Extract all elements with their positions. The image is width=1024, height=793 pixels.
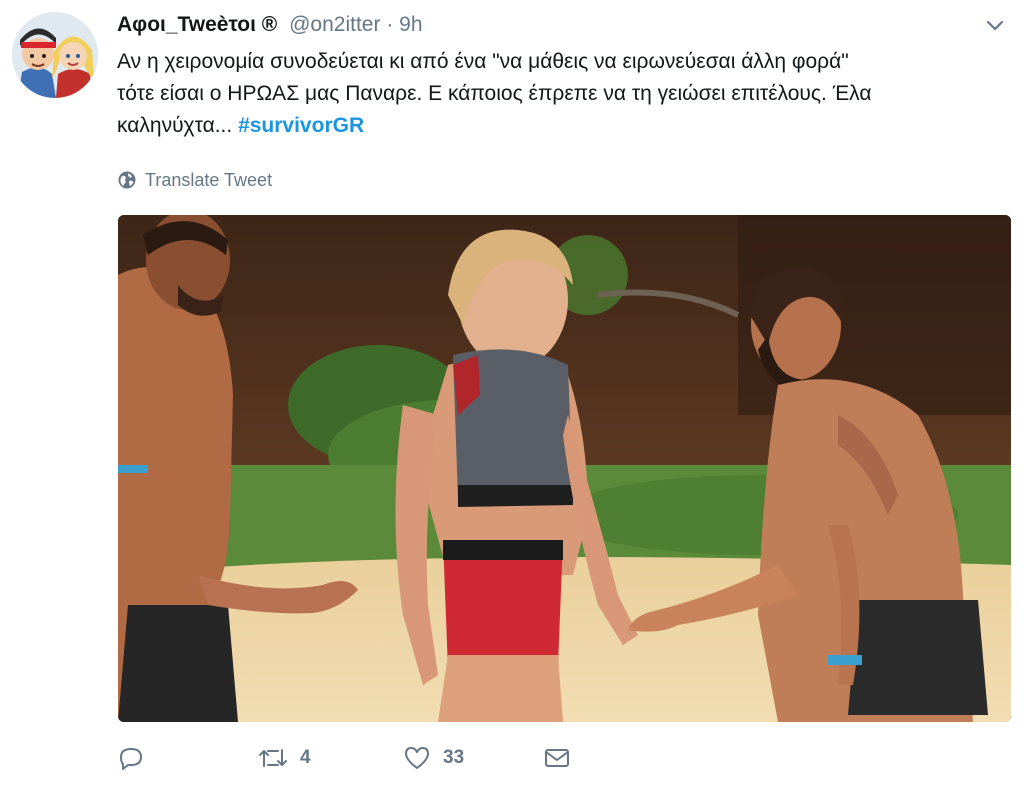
display-name[interactable]: Αφοι_Tweèτοι ® xyxy=(117,13,277,36)
hashtag-link[interactable]: #survivorGR xyxy=(238,114,364,137)
separator-dot: · xyxy=(386,13,394,36)
tweet-text-line: καληνύχτα... #survivorGR xyxy=(117,110,1017,142)
tweet-text-ending: καληνύχτα... xyxy=(117,114,239,137)
translate-tweet-link[interactable]: Translate Tweet xyxy=(117,168,272,192)
reply-button[interactable] xyxy=(118,746,258,770)
tweet-text-line: Αν η χειρονομία συνοδεύεται κι από ένα "… xyxy=(117,50,849,73)
tweet-header: Αφοι_Tweèτοι ® @on2itter · 9h xyxy=(117,11,964,39)
retweet-count: 4 xyxy=(300,747,311,768)
tweet-media-image[interactable] xyxy=(118,215,1011,722)
tweet-actions: 4 33 xyxy=(118,745,571,771)
media-scene xyxy=(118,215,1011,722)
tweet-text: Αν η χειρονομία συνοδεύεται κι από ένα "… xyxy=(117,46,1017,142)
retweet-button[interactable]: 4 xyxy=(258,746,403,770)
reply-icon xyxy=(120,748,142,770)
like-button[interactable]: 33 xyxy=(403,745,543,771)
tweet-timestamp[interactable]: 9h xyxy=(399,13,422,36)
retweet-icon xyxy=(259,749,287,767)
heart-icon xyxy=(405,747,429,769)
avatar[interactable] xyxy=(12,12,98,98)
like-count: 33 xyxy=(443,747,465,768)
tweet-text-line: τότε είσαι ο ΗΡΩΑΣ μας Παναρε. Ε κάποιος… xyxy=(117,82,872,105)
cartoon-avatar-image xyxy=(12,12,98,98)
envelope-icon xyxy=(545,749,569,767)
direct-message-button[interactable] xyxy=(543,746,571,770)
globe-icon xyxy=(118,171,136,189)
tweet-menu-button[interactable] xyxy=(984,14,1006,36)
user-handle[interactable]: @on2itter xyxy=(289,13,380,36)
translate-label: Translate Tweet xyxy=(145,170,273,190)
chevron-down-icon xyxy=(986,20,1004,31)
